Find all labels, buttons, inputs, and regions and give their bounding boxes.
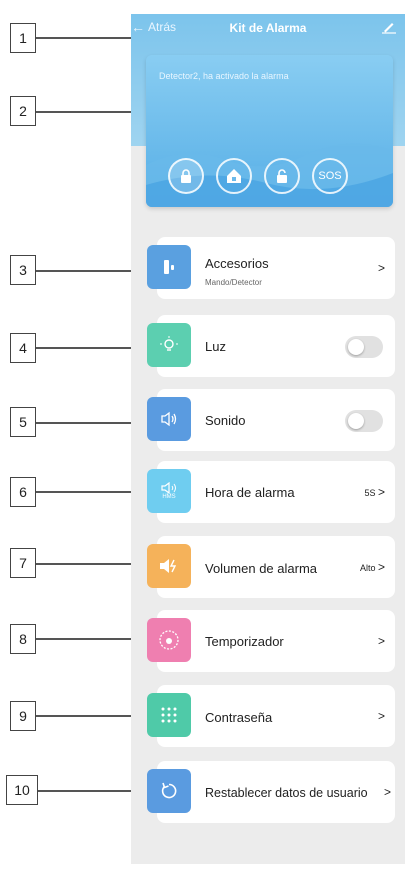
chevron-right-icon: > [377,261,385,275]
accessories-icon [147,245,191,289]
light-toggle[interactable] [345,336,383,358]
chevron-right-icon: > [377,560,385,574]
alarm-time-value-text: 5S [364,488,376,498]
reset-label: Restablecer datos de usuario [205,786,368,800]
accessories-label: Accesorios [205,256,269,271]
callout-2: 2 [10,96,36,126]
reset-icon [147,769,191,813]
menu-item-alarm-time[interactable]: HMS Hora de alarma 5S > [147,461,395,523]
alarm-time-icon: HMS [147,469,191,513]
menu-item-accessories[interactable]: Accesorios Mando/Detector > [147,237,395,299]
callout-10: 10 [6,775,38,805]
callout-1: 1 [10,23,36,53]
callout-6: 6 [10,477,36,507]
chevron-right-icon: > [383,785,391,799]
alarm-time-value: 5S > [364,485,385,499]
light-label: Luz [205,339,226,354]
menu-item-reset[interactable]: Restablecer datos de usuario > [147,761,395,823]
menu-item-light[interactable]: Luz [147,315,395,377]
timer-icon [147,618,191,662]
arm-lock-button[interactable] [168,158,204,194]
keypad-icon [147,693,191,737]
alarm-volume-value: Alto > [360,560,385,574]
lightbulb-icon [147,323,191,367]
toggle-knob [348,339,364,355]
callout-8: 8 [10,624,36,654]
phone-screen: ← Atrás Kit de Alarma Detector2, ha acti… [131,14,405,864]
menu-item-password[interactable]: Contraseña > [147,685,395,747]
chevron-right-icon: > [377,485,385,499]
home-arm-button[interactable] [216,158,252,194]
password-label: Contraseña [205,710,273,725]
callout-9: 9 [10,701,36,731]
callout-5: 5 [10,407,36,437]
sos-button[interactable]: SOS [312,158,348,194]
menu-item-timer[interactable]: Temporizador > [147,610,395,672]
chevron-right-icon: > [377,709,385,723]
page-title: Kit de Alarma [229,21,307,35]
alarm-time-label: Hora de alarma [205,485,295,500]
disarm-button[interactable] [264,158,300,194]
callout-7: 7 [10,548,36,578]
home-lock-icon [227,169,241,183]
menu-item-alarm-volume[interactable]: Volumen de alarma Alto > [147,536,395,598]
lock-icon [181,169,191,183]
timer-label: Temporizador [205,634,284,649]
callout-3: 3 [10,255,36,285]
accessories-sub: Mando/Detector [205,278,262,287]
sos-label: SOS [318,170,342,182]
alarm-volume-label: Volumen de alarma [205,561,318,576]
menu-item-sound[interactable]: Sonido [147,389,395,451]
speaker-icon [147,397,191,441]
volume-icon [147,544,191,588]
unlock-icon [277,169,287,183]
mode-buttons: SOS [168,158,348,194]
chevron-right-icon: > [377,634,385,648]
hms-label: HMS [162,494,176,500]
page: 1 2 3 4 5 6 7 8 9 10 ← Atrás Kit de Alar… [0,0,417,869]
alarm-volume-value-text: Alto [359,563,376,573]
edit-pencil-icon[interactable] [381,18,397,34]
sound-label: Sonido [205,413,246,428]
toggle-knob [348,413,364,429]
alarm-message: Detector2, ha activado la alarma [159,71,289,81]
callout-4: 4 [10,333,36,363]
sound-toggle[interactable] [345,410,383,432]
alarm-status-card: Detector2, ha activado la alarma SOS [146,55,393,207]
